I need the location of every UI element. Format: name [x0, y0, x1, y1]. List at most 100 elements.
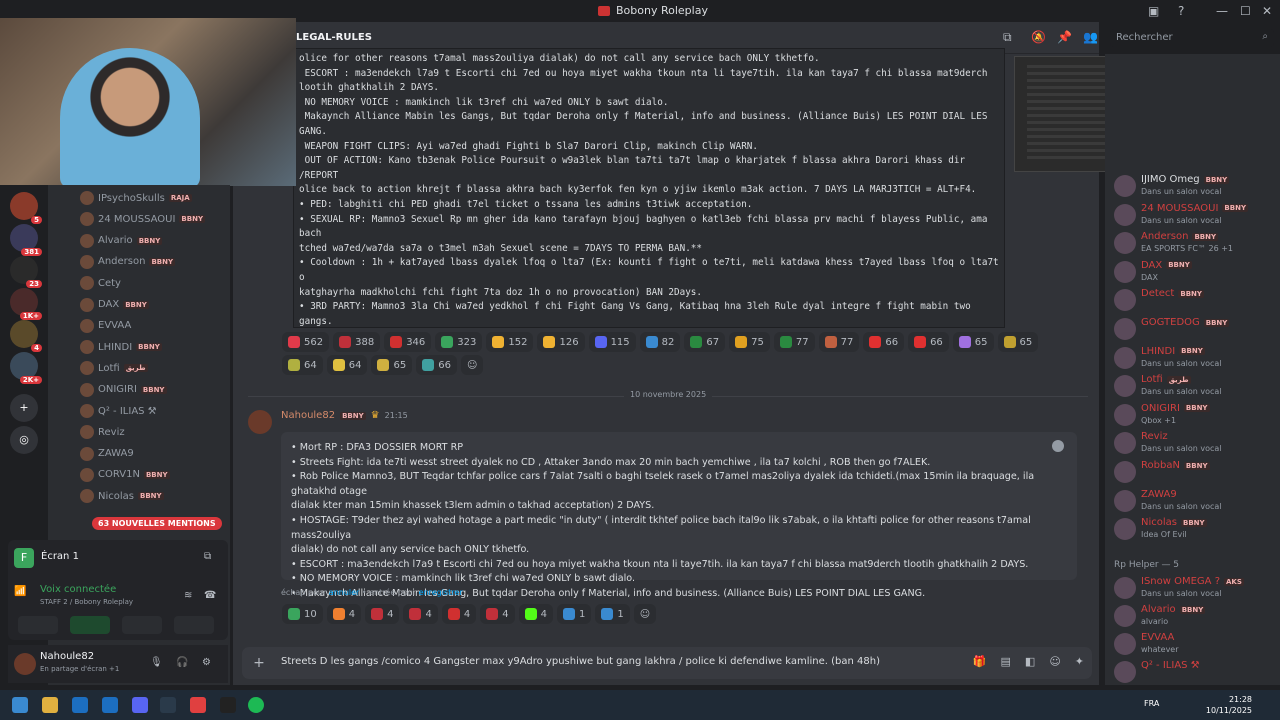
start-icon[interactable]	[12, 697, 28, 713]
mute-icon[interactable]: 🔕	[1031, 30, 1046, 44]
activities-button[interactable]	[122, 616, 162, 634]
cancel-link[interactable]: annuler	[329, 588, 360, 597]
reaction-button[interactable]: 10	[282, 604, 323, 624]
add-reaction-button[interactable]: ☺	[460, 355, 484, 375]
reaction-button[interactable]: 4	[326, 604, 362, 624]
app-icon[interactable]	[72, 697, 88, 713]
reaction-button[interactable]: 65	[371, 355, 413, 375]
emoji-picker-icon[interactable]	[1052, 440, 1064, 452]
member-item[interactable]: Anderson BBNY EA SPORTS FC™ 26 +1	[1114, 229, 1274, 257]
server-icon[interactable]: 23	[10, 256, 42, 288]
outlook-icon[interactable]	[102, 697, 118, 713]
member-item[interactable]: GOGTEDOG BBNY	[1114, 315, 1274, 343]
voice-user[interactable]: Anderson BBNY	[80, 252, 176, 272]
search-input[interactable]: Rechercher ⌕	[1110, 29, 1274, 47]
voice-user[interactable]: Cety	[80, 273, 121, 293]
discover-icon[interactable]: ◎	[10, 426, 38, 454]
disconnect-icon[interactable]: ☎	[204, 590, 216, 601]
member-item[interactable]: RobbaN BBNY	[1114, 458, 1274, 486]
minimize-button[interactable]: —	[1216, 4, 1228, 18]
reaction-button[interactable]: 66	[908, 332, 949, 352]
server-icon[interactable]: 5	[10, 192, 42, 224]
reaction-button[interactable]: 77	[773, 332, 815, 352]
file-explorer-icon[interactable]	[42, 697, 58, 713]
soundboard-button[interactable]	[174, 616, 214, 634]
avatar[interactable]	[14, 653, 36, 675]
voice-user[interactable]: IPsychoSkulls RAJA	[80, 188, 192, 208]
add-reaction-button[interactable]: ☺	[633, 604, 657, 624]
member-item[interactable]: LHINDI BBNY Dans un salon vocal	[1114, 344, 1274, 372]
reaction-button[interactable]: 77	[818, 332, 860, 352]
discord-icon[interactable]	[132, 697, 148, 713]
member-item[interactable]: Q² - ILIAS ⚒	[1114, 658, 1274, 686]
member-item[interactable]: ISnow OMEGA ? AKS Dans un salon vocal	[1114, 574, 1274, 602]
maximize-button[interactable]: ☐	[1240, 4, 1251, 18]
reaction-button[interactable]: 152	[486, 332, 534, 352]
chrome-icon[interactable]	[190, 697, 206, 713]
reaction-button[interactable]: 82	[639, 332, 681, 352]
voice-user[interactable]: LHINDI BBNY	[80, 337, 162, 357]
voice-user[interactable]: EVVAA	[80, 316, 131, 336]
voice-user[interactable]: 24 MOUSSAOUI BBNY	[80, 209, 206, 229]
noise-icon[interactable]: ≋	[184, 590, 192, 601]
voice-user[interactable]: CORV1N BBNY	[80, 465, 170, 485]
reaction-button[interactable]: 388	[333, 332, 381, 352]
server-icon[interactable]: 4	[10, 320, 42, 352]
obs-icon[interactable]	[220, 697, 236, 713]
reaction-button[interactable]: 4	[365, 604, 400, 624]
steam-icon[interactable]	[160, 697, 176, 713]
reaction-button[interactable]: 67	[684, 332, 726, 352]
member-item[interactable]: ONIGIRI BBNY Qbox +1	[1114, 401, 1274, 429]
server-icon[interactable]: 381	[10, 224, 42, 256]
reaction-button[interactable]: 126	[537, 332, 585, 352]
voice-user[interactable]: ZAWA9	[80, 444, 134, 464]
inbox-icon[interactable]: ▣	[1148, 4, 1159, 18]
reaction-button[interactable]: 346	[384, 332, 432, 352]
screen-share-button[interactable]	[70, 616, 110, 634]
gift-icon[interactable]: 🎁	[973, 655, 987, 668]
voice-user[interactable]: ONIGIRI BBNY	[80, 380, 167, 400]
spotify-icon[interactable]	[248, 697, 264, 713]
reaction-button[interactable]: 4	[403, 604, 438, 624]
reaction-button[interactable]: 323	[435, 332, 483, 352]
members-icon[interactable]: 👥	[1083, 30, 1098, 44]
add-server-icon[interactable]: +	[10, 394, 38, 422]
voice-user[interactable]: Nicolas BBNY	[80, 486, 164, 506]
reaction-button[interactable]: 64	[282, 355, 323, 375]
member-item[interactable]: DAX BBNY DAX	[1114, 258, 1274, 286]
voice-user[interactable]: DAX BBNY	[80, 295, 149, 315]
voice-user[interactable]: Lotfi طريق	[80, 358, 148, 378]
reaction-button[interactable]: 65	[997, 332, 1039, 352]
reaction-button[interactable]: 562	[282, 332, 330, 352]
help-icon[interactable]: ?	[1178, 4, 1184, 18]
message-edit-box[interactable]: • Mort RP : DFA3 DOSSIER MORT RP • Street…	[281, 432, 1077, 599]
reaction-button[interactable]: 66	[863, 332, 905, 352]
avatar[interactable]	[248, 410, 272, 434]
author-name[interactable]: Nahoule82	[281, 410, 335, 421]
server-icon[interactable]: 2K+	[10, 352, 42, 384]
reaction-button[interactable]: 64	[326, 355, 368, 375]
reaction-button[interactable]: 65	[952, 332, 994, 352]
member-item[interactable]: Detect BBNY	[1114, 286, 1274, 314]
save-link[interactable]: enregistrer	[419, 588, 463, 597]
language-indicator[interactable]: FRA	[1144, 699, 1159, 708]
sticker-icon[interactable]: ◧	[1025, 655, 1035, 668]
new-mentions-pill[interactable]: 63 NOUVELLES MENTIONS	[92, 517, 222, 530]
reaction-button[interactable]: 66	[416, 355, 457, 375]
reaction-button[interactable]: 1	[556, 604, 592, 624]
close-button[interactable]: ✕	[1262, 4, 1272, 18]
voice-location[interactable]: STAFF 2 / Bobony Roleplay	[40, 598, 133, 606]
popout-icon[interactable]: ⧉	[204, 551, 211, 562]
voice-user[interactable]: Q² - ILIAS ⚒	[80, 401, 157, 421]
message-composer[interactable]: + Streets D les gangs /comico 4 Gangster…	[242, 647, 1092, 679]
camera-button[interactable]	[18, 616, 58, 634]
reaction-button[interactable]: 4	[441, 604, 477, 624]
reaction-button[interactable]: 1	[595, 604, 630, 624]
server-icon[interactable]: 1K+	[10, 288, 42, 320]
member-item[interactable]: Nicolas BBNY Idea Of Evil	[1114, 515, 1274, 543]
pin-icon[interactable]: 📌	[1057, 30, 1072, 44]
member-item[interactable]: IJIMO Omeg BBNY Dans un salon vocal	[1114, 172, 1274, 200]
apps-icon[interactable]: ✦	[1075, 655, 1084, 668]
member-item[interactable]: Alvario BBNY alvario	[1114, 602, 1274, 630]
voice-user[interactable]: Alvario BBNY	[80, 231, 163, 251]
